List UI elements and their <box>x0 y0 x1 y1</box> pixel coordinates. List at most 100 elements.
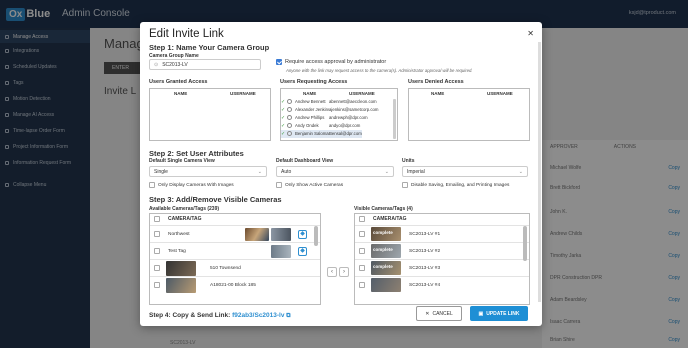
visible-scrollbar[interactable] <box>523 226 527 261</box>
disable-saving-option[interactable]: Disable Saving, Emailing, and Printing I… <box>402 182 509 188</box>
close-icon[interactable]: ✕ <box>527 29 534 38</box>
units-label: Units <box>402 158 415 164</box>
camera-row[interactable]: Northwest ◆ <box>150 225 320 242</box>
col-username: USERNAME <box>487 91 513 96</box>
visible-header: CAMERA/TAG <box>359 216 529 222</box>
col-name: NAME <box>174 91 188 96</box>
camera-row[interactable]: A18021-00 Block 185 <box>150 276 320 293</box>
request-row[interactable]: ✓ Andy Ondek andyo@dpr.com <box>281 122 360 130</box>
camera-checkbox[interactable] <box>154 265 160 271</box>
deny-icon[interactable] <box>287 99 292 105</box>
modal-title: Edit Invite Link <box>149 28 224 40</box>
col-name: NAME <box>303 91 317 96</box>
requester-name: Andrew Phillips <box>295 115 325 121</box>
camera-name: SC2013-LV #4 <box>409 282 441 288</box>
requesting-list[interactable]: NAME USERNAME ✓ Andrew Bennett abennett@ae… <box>280 88 398 141</box>
deny-icon[interactable] <box>287 123 292 129</box>
camera-row[interactable]: SC2013-LV #4 <box>355 276 529 293</box>
denied-list[interactable]: NAME USERNAME <box>408 88 530 141</box>
units-value: Imperial <box>407 168 425 175</box>
save-icon: ▣ <box>478 310 484 317</box>
visible-cameras-list[interactable]: CAMERA/TAG complete SC2013-LV #1 complete… <box>354 213 530 305</box>
move-left-button[interactable]: ‹ <box>327 267 337 277</box>
camera-checkbox[interactable] <box>359 282 365 288</box>
available-title: Available Cameras/Tags (239) <box>149 206 220 212</box>
available-cameras-list[interactable]: CAMERA/TAG Northwest ◆ Test Tag ◆ 510 Town… <box>149 213 321 305</box>
requester-username: ajenkins@sametcorp.com <box>329 107 379 113</box>
request-row[interactable]: ✓ Andrew Bennett abennett@aeccleon.com <box>281 98 377 106</box>
cube-icon[interactable]: ◆ <box>298 247 307 256</box>
camera-name: 510 Townsend <box>210 265 241 271</box>
step3-title: Step 3: Add/Remove Visible Cameras <box>149 195 282 204</box>
camera-checkbox[interactable] <box>359 248 365 254</box>
deny-icon[interactable] <box>287 131 292 137</box>
only-images-option[interactable]: Only Display Cameras With Images <box>149 182 234 188</box>
step2-title: Step 2: Set User Attributes <box>149 149 244 158</box>
move-right-button[interactable]: › <box>339 267 349 277</box>
only-images-checkbox[interactable] <box>149 182 155 188</box>
camera-checkbox[interactable] <box>359 231 365 237</box>
camera-checkbox[interactable] <box>359 265 365 271</box>
camera-row[interactable]: complete SC2013-LV #2 <box>355 242 529 259</box>
request-row[interactable]: ✓ Benjamin Saloman Bensal@dpr.com <box>281 130 362 138</box>
camera-name: A18021-00 Block 185 <box>210 282 256 288</box>
granted-list[interactable]: NAME USERNAME <box>149 88 271 141</box>
requester-username: andyo@dpr.com <box>329 123 361 129</box>
dashboard-view-select[interactable]: Auto ⌄ <box>276 166 394 177</box>
only-active-option[interactable]: Only Show Active Cameras <box>276 182 343 188</box>
camera-thumbnail <box>245 228 269 241</box>
only-active-checkbox[interactable] <box>276 182 282 188</box>
close-icon: ✕ <box>425 310 430 317</box>
update-link-button[interactable]: ▣ UPDATE LINK <box>470 306 528 321</box>
step1-title: Step 1: Name Your Camera Group <box>149 43 270 52</box>
users-requesting-panel: Users Requesting Access NAME USERNAME ✓ A… <box>280 79 398 141</box>
camera-name: SC2013-LV #2 <box>409 248 441 254</box>
disable-saving-label: Disable Saving, Emailing, and Printing I… <box>411 182 510 188</box>
thumbnail-caption: complete <box>373 264 393 269</box>
disable-saving-checkbox[interactable] <box>402 182 408 188</box>
approval-checkbox[interactable] <box>276 59 282 65</box>
requester-username: andrewph@dpr.com <box>329 115 368 121</box>
modal-scrollbar[interactable] <box>538 42 541 302</box>
available-header: CAMERA/TAG <box>154 216 320 222</box>
group-name-input[interactable]: ⊙ SC2013-LV <box>149 59 261 70</box>
camera-thumbnail: complete <box>371 244 401 258</box>
camera-row[interactable]: Test Tag ◆ <box>150 242 320 259</box>
requester-username: Bensal@dpr.com <box>329 131 362 137</box>
select-all-available-checkbox[interactable] <box>154 216 160 222</box>
camera-thumbnail: complete <box>371 261 401 275</box>
camera-row[interactable]: complete SC2013-LV #1 <box>355 225 529 242</box>
copy-icon[interactable]: ⧉ <box>286 313 290 319</box>
single-view-value: Single <box>154 168 168 175</box>
requester-name: Benjamin Saloman <box>295 131 329 137</box>
cancel-button[interactable]: ✕ CANCEL <box>416 306 462 321</box>
camera-thumbnail <box>271 245 291 258</box>
cube-icon[interactable]: ◆ <box>298 230 307 239</box>
requesting-scrollbar[interactable] <box>393 99 396 139</box>
camera-thumbnail <box>371 278 401 292</box>
col-username: USERNAME <box>349 91 375 96</box>
single-view-select[interactable]: Single ⌄ <box>149 166 267 177</box>
units-select[interactable]: Imperial ⌄ <box>402 166 528 177</box>
camera-checkbox[interactable] <box>154 282 160 288</box>
available-scrollbar[interactable] <box>314 226 318 246</box>
approval-option[interactable]: Require access approval by administrator <box>276 59 386 65</box>
camera-row[interactable]: 510 Townsend <box>150 259 320 276</box>
camera-checkbox[interactable] <box>154 248 160 254</box>
deny-icon[interactable] <box>287 107 292 113</box>
request-row[interactable]: ✓ Alexander Jenkins ajenkins@sametcorp.com <box>281 106 379 114</box>
invite-link[interactable]: f92ab3/Sc2013-lv <box>232 312 284 319</box>
col-camera-tag: CAMERA/TAG <box>168 216 202 222</box>
edit-invite-link-modal: Edit Invite Link ✕ Step 1: Name Your Cam… <box>140 22 542 326</box>
camera-name: Test Tag <box>168 248 186 254</box>
request-row[interactable]: ✓ Andrew Phillips andrewph@dpr.com <box>281 114 368 122</box>
camera-row[interactable]: complete SC2013-LV #3 <box>355 259 529 276</box>
select-all-visible-checkbox[interactable] <box>359 216 365 222</box>
camera-name: Northwest <box>168 231 190 237</box>
camera-icon: ⊙ <box>154 61 159 68</box>
camera-checkbox[interactable] <box>154 231 160 237</box>
requester-username: abennett@aeccleon.com <box>329 99 377 105</box>
deny-icon[interactable] <box>287 115 292 121</box>
visible-title: Visible Cameras/Tags (4) <box>354 206 413 212</box>
step4-title: Step 4: Copy & Send Link: <box>149 312 231 319</box>
